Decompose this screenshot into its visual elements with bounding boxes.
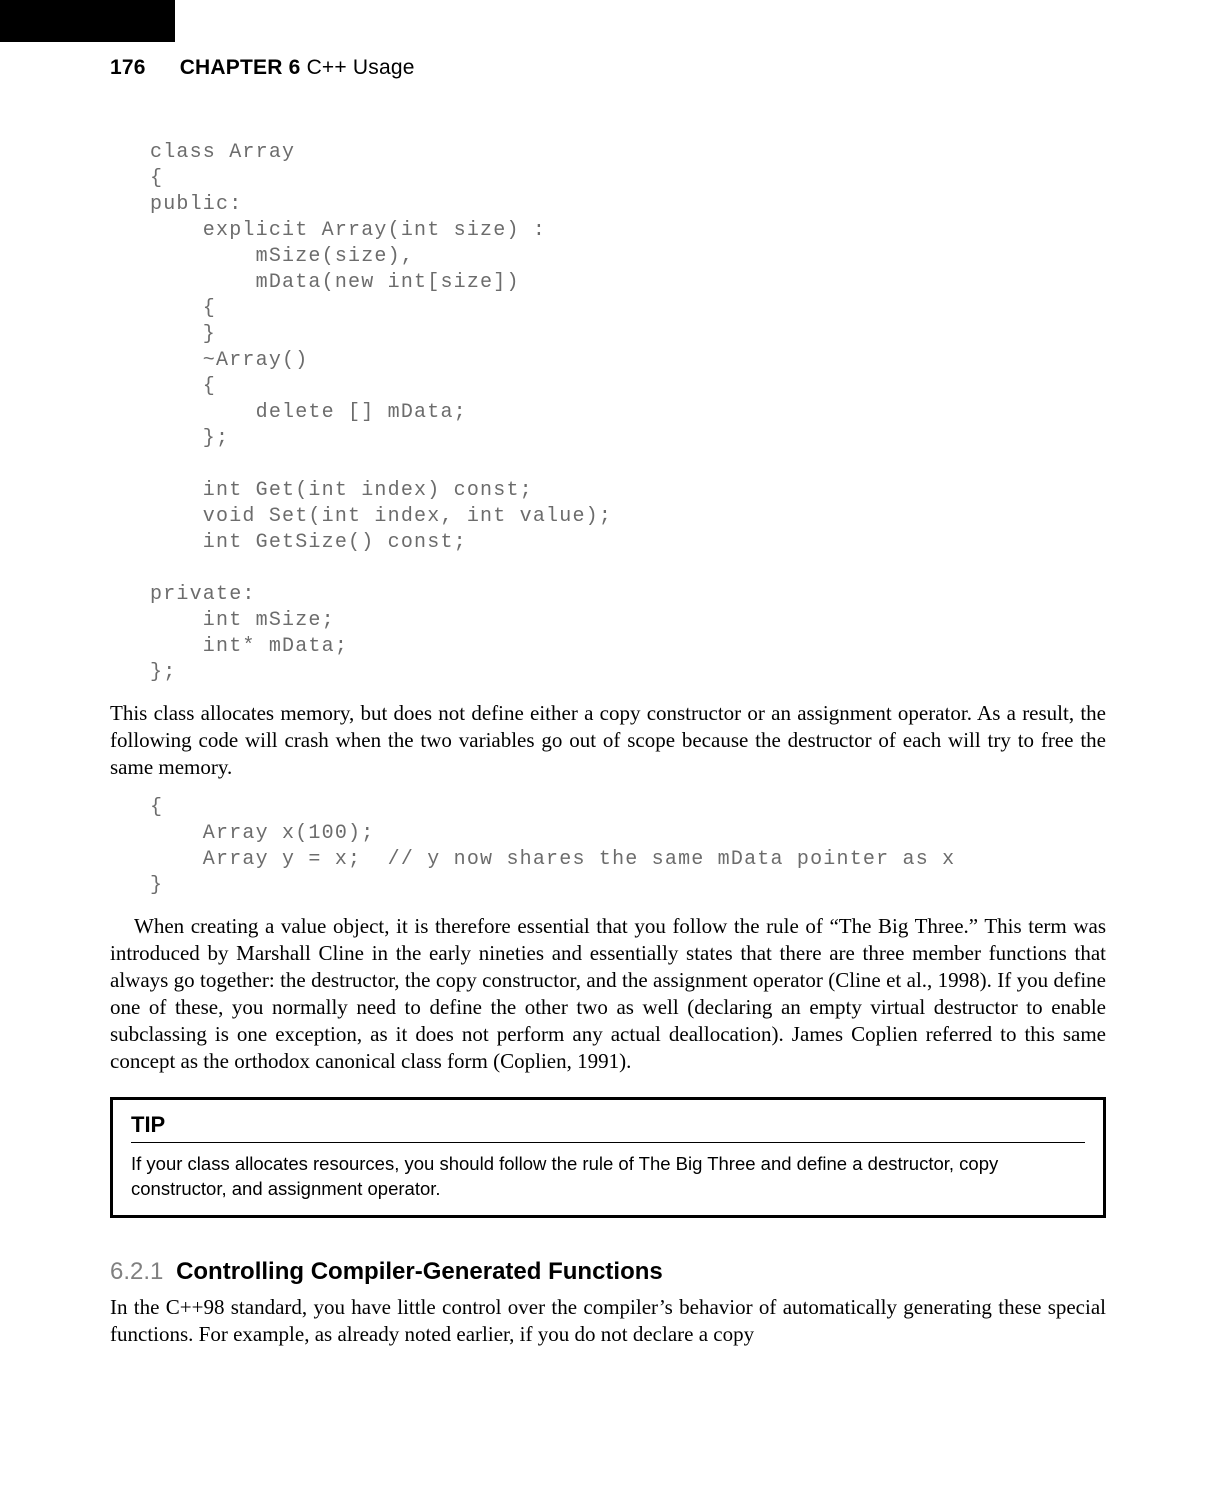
code-listing-array-class: class Array { public: explicit Array(int… <box>150 140 1106 686</box>
paragraph-1: This class allocates memory, but does no… <box>110 700 1106 781</box>
content: class Array { public: explicit Array(int… <box>110 140 1106 1362</box>
paragraph-3: In the C++98 standard, you have little c… <box>110 1294 1106 1348</box>
tip-divider <box>131 1142 1085 1143</box>
chapter-title: C++ Usage <box>307 56 415 79</box>
running-head: 176 CHAPTER 6 C++ Usage <box>110 56 415 80</box>
section-number: 6.2.1 <box>110 1258 163 1285</box>
chapter-label: CHAPTER 6 <box>180 56 301 79</box>
section-heading: 6.2.1 Controlling Compiler-Generated Fun… <box>110 1258 1106 1286</box>
tip-box: TIP If your class allocates resources, y… <box>110 1097 1106 1218</box>
tip-heading: TIP <box>131 1112 1085 1138</box>
thumb-tab <box>0 0 175 42</box>
section-title: Controlling Compiler-Generated Functions <box>176 1258 663 1285</box>
page-number: 176 <box>110 56 146 79</box>
code-listing-usage: { Array x(100); Array y = x; // y now sh… <box>150 795 1106 899</box>
paragraph-2: When creating a value object, it is ther… <box>110 913 1106 1075</box>
tip-body: If your class allocates resources, you s… <box>131 1151 1085 1201</box>
page: 176 CHAPTER 6 C++ Usage class Array { pu… <box>0 0 1216 1500</box>
chapter-title-text: C++ Usage <box>307 56 415 79</box>
